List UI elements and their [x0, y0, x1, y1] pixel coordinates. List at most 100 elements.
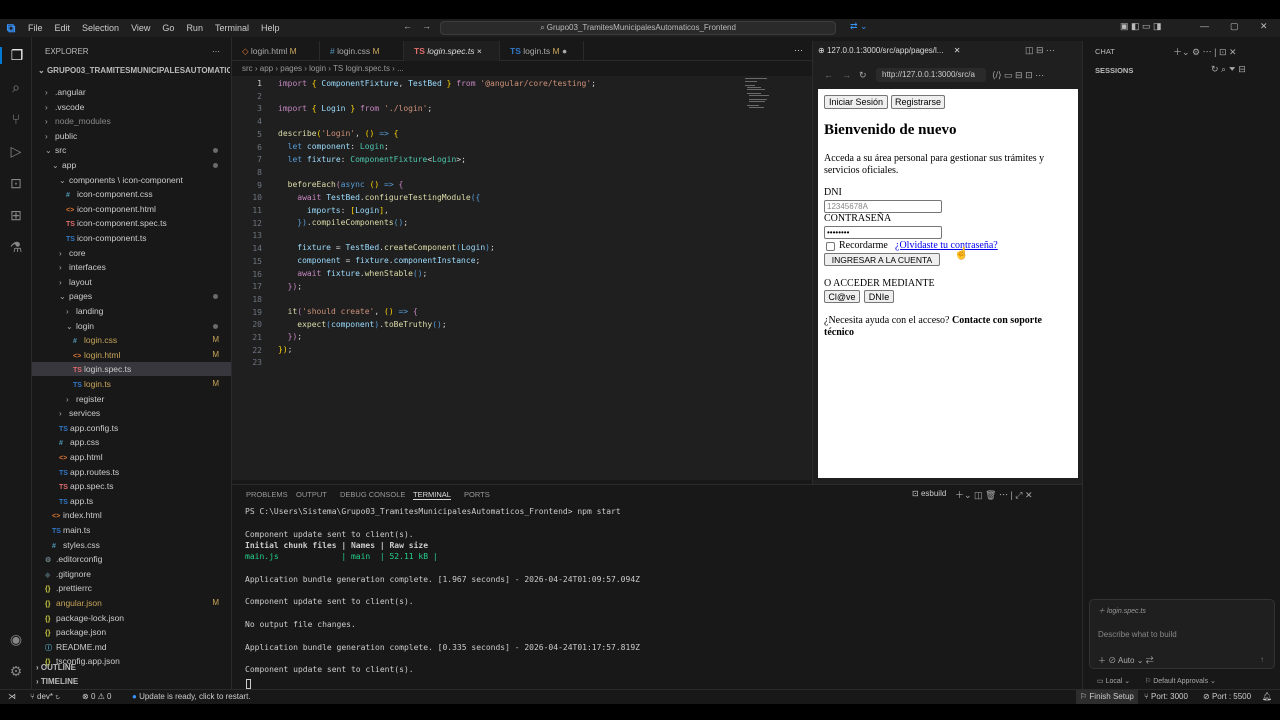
- tree-item-icon-component-spec-ts[interactable]: TS icon-component.spec.ts: [32, 216, 231, 230]
- tree-item--editorconfig[interactable]: ⚙ .editorconfig: [32, 552, 231, 566]
- send-icon[interactable]: ↑: [1260, 655, 1264, 664]
- close-window-icon[interactable]: ✕: [1260, 21, 1268, 32]
- tree-item--angular[interactable]: › .angular: [32, 85, 231, 99]
- breadcrumb-item[interactable]: pages: [280, 64, 302, 73]
- copilot-icon[interactable]: ⇄ ⌄: [850, 21, 868, 32]
- menu-terminal[interactable]: Terminal: [209, 23, 255, 33]
- browser-url-bar[interactable]: http://127.0.0.1:3000/src/a: [876, 68, 986, 82]
- terminal-shell-label[interactable]: ⊡ esbuild: [912, 489, 946, 498]
- context-file-chip[interactable]: ＋ login.spec.ts: [1098, 606, 1146, 616]
- menu-edit[interactable]: Edit: [49, 23, 77, 33]
- sessions-actions-icons[interactable]: ↻ ⌕ ⏷ ⊟: [1211, 64, 1246, 75]
- outline-section[interactable]: › OUTLINE: [36, 663, 76, 672]
- browser-reload-icon[interactable]: ↻: [859, 70, 867, 81]
- chat-toolbar[interactable]: ＋ ⊘ Auto ⌄ ⇄: [1098, 655, 1154, 666]
- tree-item-app-routes-ts[interactable]: TS app.routes.ts: [32, 465, 231, 479]
- tree-item-node-modules[interactable]: › node_modules: [32, 114, 231, 128]
- tree-item-app-ts[interactable]: TS app.ts: [32, 494, 231, 508]
- tree-item-main-ts[interactable]: TS main.ts: [32, 523, 231, 537]
- tree-item-app-config-ts[interactable]: TS app.config.ts: [32, 421, 231, 435]
- tree-item-app-spec-ts[interactable]: TS app.spec.ts: [32, 479, 231, 493]
- remember-checkbox[interactable]: [826, 242, 835, 251]
- remote-icon[interactable]: ⊡: [0, 175, 32, 192]
- forward-arrow-icon[interactable]: →: [422, 21, 431, 31]
- tree-item-pages[interactable]: ⌄ pages: [32, 289, 231, 303]
- forgot-password-link[interactable]: ¿Olvidaste tu contraseña?: [895, 240, 998, 251]
- extensions-icon[interactable]: ⊞: [0, 207, 32, 224]
- minimap[interactable]: [745, 76, 777, 116]
- tab-ports[interactable]: PORTS: [464, 490, 490, 499]
- tree-item-public[interactable]: › public: [32, 129, 231, 143]
- tab-terminal[interactable]: TERMINAL: [413, 490, 451, 500]
- breadcrumb-item[interactable]: src: [242, 64, 253, 73]
- chat-actions-icons[interactable]: ＋⌄ ⚙ ⋯ | ⊡ ✕: [1173, 45, 1237, 58]
- search-icon[interactable]: ⌕: [0, 79, 32, 96]
- tab-login-spec-ts[interactable]: TS login.spec.ts ×: [404, 41, 500, 61]
- more-actions-icon[interactable]: ⋯: [212, 47, 220, 56]
- account-icon[interactable]: ◉: [0, 631, 32, 648]
- menu-run[interactable]: Run: [180, 23, 209, 33]
- timeline-section[interactable]: › TIMELINE: [36, 677, 78, 686]
- tree-item-layout[interactable]: › layout: [32, 275, 231, 289]
- registrarse-button[interactable]: Registrarse: [891, 95, 945, 109]
- branch-indicator[interactable]: ⑂ dev* ↻: [30, 692, 60, 701]
- tree-item-login-html[interactable]: <> login.html M: [32, 348, 231, 362]
- tab-debug-console[interactable]: DEBUG CONSOLE: [340, 490, 405, 499]
- tree-item-login[interactable]: ⌄ login: [32, 319, 231, 333]
- remote-indicator-icon[interactable]: ⋊: [8, 692, 16, 701]
- iniciar-sesion-button[interactable]: Iniciar Sesión: [824, 95, 888, 109]
- tree-item--prettierrc[interactable]: {} .prettierrc: [32, 581, 231, 595]
- menu-file[interactable]: File: [22, 23, 49, 33]
- tree-item-index-html[interactable]: <> index.html: [32, 508, 231, 522]
- tab-login-html[interactable]: ◇ login.html M: [232, 41, 320, 61]
- tree-item-services[interactable]: › services: [32, 406, 231, 420]
- tree-item-package-json[interactable]: {} package.json: [32, 625, 231, 639]
- browser-toolbar-icons[interactable]: ◫ ⊟ ⋯: [1025, 45, 1055, 56]
- tree-item-styles-css[interactable]: # styles.css: [32, 538, 231, 552]
- minimize-icon[interactable]: —: [1200, 21, 1209, 31]
- chat-input[interactable]: Describe what to build: [1098, 630, 1177, 639]
- update-notice[interactable]: ● Update is ready, click to restart.: [132, 692, 251, 701]
- tree-item-package-lock-json[interactable]: {} package-lock.json: [32, 611, 231, 625]
- tree-item-angular-json[interactable]: {} angular.json M: [32, 596, 231, 610]
- layout-icons[interactable]: ▣ ◧ ▭ ◨: [1120, 21, 1162, 32]
- tree-item-landing[interactable]: › landing: [32, 304, 231, 318]
- menu-selection[interactable]: Selection: [76, 23, 125, 33]
- source-control-icon[interactable]: ⑂: [0, 111, 32, 127]
- tree-item--gitignore[interactable]: ◆ .gitignore: [32, 567, 231, 581]
- tab-login-ts[interactable]: TS login.ts M ●: [500, 41, 584, 61]
- back-arrow-icon[interactable]: ←: [403, 21, 412, 31]
- breadcrumb-item[interactable]: login: [309, 64, 326, 73]
- notifications-icon[interactable]: 🔔︎: [1262, 692, 1272, 701]
- maximize-icon[interactable]: ▢: [1230, 21, 1239, 32]
- tab-problems[interactable]: PROBLEMS: [246, 490, 288, 499]
- workspace-root[interactable]: ⌄ GRUPO03_TRAMITESMUNICIPALESAUTOMATICOS…: [38, 66, 230, 75]
- tree-item-app-css[interactable]: # app.css: [32, 435, 231, 449]
- browser-forward-icon[interactable]: →: [842, 70, 851, 80]
- more-tabs-icon[interactable]: ⋯: [794, 45, 803, 56]
- tree-item-login-spec-ts[interactable]: TS login.spec.ts: [32, 362, 231, 377]
- menu-help[interactable]: Help: [255, 23, 286, 33]
- tree-item-register[interactable]: › register: [32, 392, 231, 406]
- tree-item--vscode[interactable]: › .vscode: [32, 100, 231, 114]
- breadcrumb-item[interactable]: app: [260, 64, 273, 73]
- password-input[interactable]: ••••••••: [824, 226, 942, 239]
- breadcrumb-item[interactable]: TS login.spec.ts: [333, 64, 390, 73]
- tree-item-login-ts[interactable]: TS login.ts M: [32, 377, 231, 391]
- port-3000[interactable]: ⑂ Port: 3000: [1144, 692, 1188, 701]
- menu-go[interactable]: Go: [156, 23, 180, 33]
- close-tab-icon[interactable]: ×: [477, 46, 482, 56]
- explorer-icon[interactable]: ❐: [0, 47, 32, 64]
- dni-input[interactable]: 12345678A: [824, 200, 942, 213]
- mode-picker[interactable]: Auto: [1118, 656, 1134, 665]
- tree-item-src[interactable]: ⌄ src: [32, 143, 231, 157]
- browser-back-icon[interactable]: ←: [824, 70, 833, 80]
- tree-item-app-html[interactable]: <> app.html: [32, 450, 231, 464]
- browser-actions-icons[interactable]: ⟨/⟩ ▭ ⊟ ⊡ ⋯: [992, 70, 1044, 81]
- problems-indicator[interactable]: ⊗ 0 ⚠ 0: [82, 692, 111, 701]
- breadcrumb-item[interactable]: ...: [397, 64, 404, 73]
- browser-tab[interactable]: ⊕ 127.0.0.1:3000/src/app/pages/l... ✕: [818, 43, 984, 59]
- close-tab-icon[interactable]: ✕: [954, 46, 961, 55]
- tab-login-css[interactable]: # login.css M: [320, 41, 404, 61]
- port-5500[interactable]: ⊘ Port : 5500: [1203, 692, 1251, 701]
